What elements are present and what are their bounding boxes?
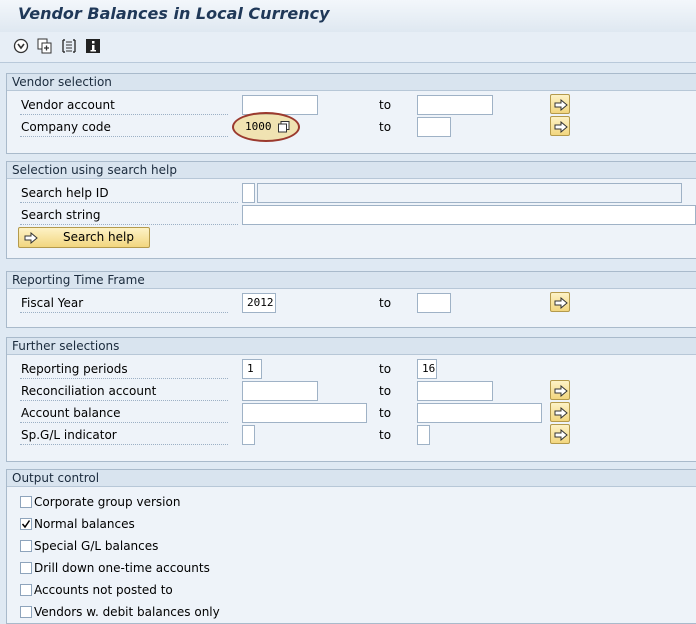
vendor-account-multiple-selection-button[interactable] (550, 94, 570, 114)
arrow-right-icon (24, 232, 38, 244)
title-bar: Vendor Balances in Local Currency (0, 0, 696, 32)
accounts-not-posted-to-label: Accounts not posted to (34, 583, 173, 597)
group-header: Further selections (7, 338, 696, 355)
reporting-periods-to-label: to (379, 362, 392, 376)
company-code-to-label: to (379, 120, 392, 134)
reconciliation-account-to-label: to (379, 384, 392, 398)
search-help-id-input[interactable] (242, 183, 255, 203)
vendor-account-to-label: to (379, 98, 392, 112)
account-balance-multiple-selection-button[interactable] (550, 402, 570, 422)
arrow-right-icon (554, 121, 568, 133)
company-code-multiple-selection-button[interactable] (550, 116, 570, 136)
value-help-icon[interactable] (278, 121, 290, 136)
special-gl-balances-checkbox[interactable] (20, 540, 32, 552)
info-icon[interactable] (84, 37, 102, 55)
drill-down-one-time-accounts-label: Drill down one-time accounts (34, 561, 210, 575)
spgl-indicator-to-label: to (379, 428, 392, 442)
search-help-button-label: Search help (63, 230, 134, 244)
account-balance-from-input[interactable] (242, 403, 367, 423)
drill-down-one-time-accounts-checkbox[interactable] (20, 562, 32, 574)
group-header: Vendor selection (7, 74, 696, 91)
company-code-label: Company code (20, 118, 228, 137)
selection-list-icon[interactable] (60, 37, 78, 55)
vendors-debit-balances-only-checkbox[interactable] (20, 606, 32, 618)
spgl-indicator-from-input[interactable] (242, 425, 255, 445)
arrow-right-icon (554, 407, 568, 419)
fiscal-year-from-input[interactable]: 2012 (242, 293, 276, 313)
spgl-indicator-to-input[interactable] (417, 425, 430, 445)
fiscal-year-multiple-selection-button[interactable] (550, 292, 570, 312)
vendor-account-to-input[interactable] (417, 95, 493, 115)
fiscal-year-to-label: to (379, 296, 392, 310)
fiscal-year-to-input[interactable] (417, 293, 451, 313)
search-help-button[interactable]: Search help (18, 227, 150, 248)
checkmark-icon (21, 520, 31, 529)
reconciliation-account-label: Reconciliation account (20, 382, 228, 401)
search-help-id-label: Search help ID (20, 184, 238, 203)
search-help-id-description (257, 183, 682, 203)
account-balance-to-label: to (379, 406, 392, 420)
application-toolbar (0, 32, 696, 63)
reporting-periods-from-input[interactable]: 1 (242, 359, 262, 379)
fiscal-year-label: Fiscal Year (20, 294, 228, 313)
execute-icon[interactable] (12, 37, 30, 55)
reconciliation-account-from-input[interactable] (242, 381, 318, 401)
corporate-group-version-checkbox[interactable] (20, 496, 32, 508)
search-string-label: Search string (20, 206, 238, 225)
reporting-periods-label: Reporting periods (20, 360, 228, 379)
accounts-not-posted-to-checkbox[interactable] (20, 584, 32, 596)
company-code-to-input[interactable] (417, 117, 451, 137)
group-header: Selection using search help (7, 162, 696, 179)
copy-variant-icon[interactable] (36, 37, 54, 55)
vendors-debit-balances-only-label: Vendors w. debit balances only (34, 605, 220, 619)
vendor-account-label: Vendor account (20, 96, 228, 115)
corporate-group-version-label: Corporate group version (34, 495, 181, 509)
spgl-indicator-multiple-selection-button[interactable] (550, 424, 570, 444)
arrow-right-icon (554, 297, 568, 309)
page-title: Vendor Balances in Local Currency (18, 4, 330, 23)
group-header: Output control (7, 470, 696, 487)
arrow-right-icon (554, 99, 568, 111)
reconciliation-account-to-input[interactable] (417, 381, 493, 401)
spgl-indicator-label: Sp.G/L indicator (20, 426, 228, 445)
account-balance-label: Account balance (20, 404, 228, 423)
arrow-right-icon (554, 429, 568, 441)
account-balance-to-input[interactable] (417, 403, 542, 423)
group-header: Reporting Time Frame (7, 272, 696, 289)
special-gl-balances-label: Special G/L balances (34, 539, 159, 553)
normal-balances-checkbox[interactable] (20, 518, 32, 530)
search-string-input[interactable] (242, 205, 696, 225)
normal-balances-label: Normal balances (34, 517, 135, 531)
reporting-periods-to-input[interactable]: 16 (417, 359, 437, 379)
reconciliation-account-multiple-selection-button[interactable] (550, 380, 570, 400)
arrow-right-icon (554, 385, 568, 397)
company-code-from-input[interactable]: 1000 (242, 117, 276, 137)
